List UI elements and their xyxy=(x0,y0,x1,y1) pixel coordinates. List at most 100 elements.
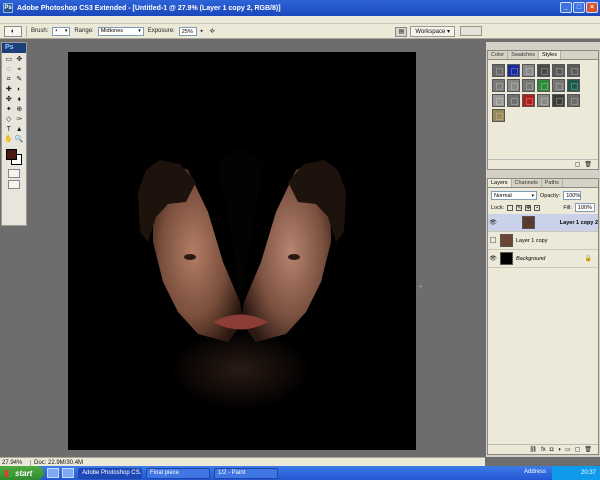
layer-row[interactable]: 👁 Layer 1 copy 2 xyxy=(488,214,598,232)
style-swatch[interactable] xyxy=(537,79,550,92)
trash-icon[interactable]: 🗑 xyxy=(584,161,592,168)
style-swatch[interactable] xyxy=(552,79,565,92)
style-swatch[interactable] xyxy=(537,64,550,77)
tool-icon[interactable]: ▲ xyxy=(15,125,25,134)
range-value: Midtones xyxy=(100,28,124,34)
toolbox: Ps ▭ ✥ ◌ ⌖ ⌗ ✎ ✚ ◐ ✤ ⬧ ✦ ⊕ ◇ ✑ T ▲ ✋ 🔍 xyxy=(1,42,27,226)
screen-mode-button[interactable] xyxy=(8,180,20,189)
address-label[interactable]: Address xyxy=(524,469,546,475)
new-style-icon[interactable]: ▢ xyxy=(575,161,581,168)
brush-dot-icon: • xyxy=(55,28,58,34)
tool-icon[interactable]: ✤ xyxy=(4,95,14,104)
start-button[interactable]: start xyxy=(0,466,44,480)
folder-icon[interactable]: ▭ xyxy=(565,446,571,453)
range-select[interactable]: Midtones ▾ xyxy=(97,26,144,36)
tool-icon[interactable]: ✥ xyxy=(15,55,25,64)
tool-icon[interactable]: ▭ xyxy=(4,55,14,64)
quick-launch-icon[interactable] xyxy=(62,468,74,478)
style-swatch[interactable] xyxy=(492,94,505,107)
tool-icon[interactable]: ◇ xyxy=(4,115,14,124)
quick-mask-button[interactable] xyxy=(8,169,20,178)
tool-icon[interactable]: ✦ xyxy=(4,105,14,114)
layers-footer: ⛓ fx ◘ ◑ ▭ ▢ 🗑 xyxy=(488,444,598,454)
lock-transparency-icon[interactable] xyxy=(507,204,514,211)
style-swatch[interactable] xyxy=(567,94,580,107)
doc-size: Doc: 22.9M/30.4M xyxy=(30,459,83,466)
tool-icon[interactable]: ◐ xyxy=(15,85,25,94)
layer-row[interactable]: Layer 1 copy xyxy=(488,232,598,250)
style-swatch[interactable] xyxy=(522,79,535,92)
opacity-field[interactable]: 100% xyxy=(563,191,582,200)
style-swatch[interactable] xyxy=(552,64,565,77)
layers-tab-channels[interactable]: Channels xyxy=(512,179,542,187)
blend-mode-value: Normal xyxy=(494,192,512,199)
eye-icon[interactable]: 👁 xyxy=(488,255,498,262)
style-swatch[interactable] xyxy=(492,64,505,77)
style-swatch[interactable] xyxy=(537,94,550,107)
taskbar-item[interactable]: 1/2 - Paint xyxy=(214,467,278,479)
style-swatch[interactable] xyxy=(567,79,580,92)
minimize-button[interactable]: _ xyxy=(560,2,572,13)
lock-pixels-icon[interactable]: ✎ xyxy=(516,204,523,211)
style-swatch[interactable] xyxy=(492,109,505,122)
tool-icon[interactable]: 🔍 xyxy=(15,135,25,144)
taskbar-item[interactable]: Adobe Photoshop CS... xyxy=(78,467,142,479)
taskbar-item[interactable]: Final piece xyxy=(146,467,210,479)
lock-all-icon[interactable]: ▪ xyxy=(534,204,541,211)
tool-icon[interactable]: ✑ xyxy=(15,115,25,124)
layers-tab-paths[interactable]: Paths xyxy=(542,179,563,187)
fill-field[interactable]: 100% xyxy=(574,203,595,212)
tool-icon[interactable]: ◌ xyxy=(4,65,14,74)
tool-icon[interactable]: ⌖ xyxy=(15,65,25,74)
adjustment-icon[interactable]: ◑ xyxy=(557,447,561,453)
layer-row[interactable]: 👁 Background 🔒 xyxy=(488,250,598,268)
airbrush-icon[interactable]: ⟡ xyxy=(207,26,217,36)
tool-icon[interactable]: ⊕ xyxy=(15,105,25,114)
bridge-icon[interactable]: ▤ xyxy=(395,26,408,37)
brush-picker[interactable]: • ▾ xyxy=(52,26,71,36)
exposure-field[interactable]: 25% xyxy=(178,26,197,36)
styles-tab-color[interactable]: Color xyxy=(488,51,509,59)
layers-tab-layers[interactable]: Layers xyxy=(488,179,512,187)
maximize-button[interactable]: □ xyxy=(573,2,585,13)
system-tray: 20:37 xyxy=(552,466,600,480)
image-canvas[interactable] xyxy=(68,52,416,450)
style-swatch[interactable] xyxy=(492,79,505,92)
mask-icon[interactable]: ◘ xyxy=(550,447,554,453)
style-swatch[interactable] xyxy=(522,94,535,107)
fx-icon[interactable]: fx xyxy=(541,447,546,453)
exposure-slider-toggle[interactable]: ▸ xyxy=(201,28,204,34)
style-swatch[interactable] xyxy=(522,64,535,77)
blend-mode-select[interactable]: Normal ▾ xyxy=(491,191,537,200)
tool-icon[interactable]: ✎ xyxy=(15,75,25,84)
style-swatch[interactable] xyxy=(507,64,520,77)
tool-preset-picker[interactable]: ◐ xyxy=(4,25,22,37)
new-layer-icon[interactable]: ▢ xyxy=(575,446,581,453)
visibility-toggle[interactable] xyxy=(488,236,498,245)
layer-list: 👁 Layer 1 copy 2 Layer 1 copy 👁 Background 🔒 xyxy=(488,214,598,268)
close-button[interactable]: × xyxy=(586,2,598,13)
layer-name: Background xyxy=(516,255,546,262)
link-icon[interactable]: ⛓ xyxy=(529,446,537,453)
eye-icon[interactable]: 👁 xyxy=(488,219,498,226)
tool-icon[interactable]: ✋ xyxy=(4,135,14,144)
foreground-color[interactable] xyxy=(6,149,17,160)
lock-position-icon[interactable]: ✥ xyxy=(525,204,532,211)
tool-icon[interactable]: T xyxy=(4,125,14,134)
tool-icon[interactable]: ✚ xyxy=(4,85,14,94)
color-swatches xyxy=(2,147,26,167)
style-swatch[interactable] xyxy=(567,64,580,77)
brush-label: Brush: xyxy=(31,28,49,34)
styles-tab-styles[interactable]: Styles xyxy=(539,51,561,59)
style-swatch[interactable] xyxy=(507,94,520,107)
styles-tab-swatches[interactable]: Swatches xyxy=(508,51,540,59)
chevron-down-icon: ▾ xyxy=(531,192,534,199)
style-swatch[interactable] xyxy=(507,79,520,92)
quick-launch-icon[interactable] xyxy=(47,468,59,478)
trash-icon[interactable]: 🗑 xyxy=(584,446,592,453)
zoom-level[interactable]: 27.94% xyxy=(0,460,30,466)
workspace-button[interactable]: Workspace ▾ xyxy=(410,26,455,37)
tool-icon[interactable]: ⌗ xyxy=(4,75,14,84)
tool-icon[interactable]: ⬧ xyxy=(15,95,25,104)
style-swatch[interactable] xyxy=(552,94,565,107)
